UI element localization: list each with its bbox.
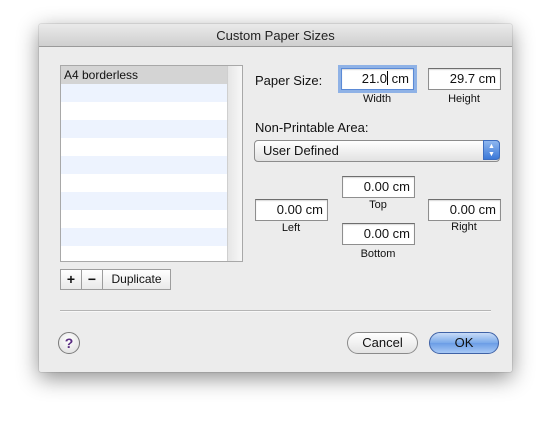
top-caption: Top [369,199,387,211]
top-margin-field[interactable]: 0.00 cm [342,176,415,198]
non-printable-area-label: Non-Printable Area: [255,120,369,135]
width-caption: Width [362,93,392,105]
non-printable-area-value: User Defined [263,143,339,158]
height-field[interactable]: 29.7 cm [428,68,501,90]
duplicate-button[interactable]: Duplicate [103,270,170,289]
popup-arrows-icon: ▲ ▼ [483,140,500,160]
list-item[interactable] [61,84,227,102]
ok-button[interactable]: OK [429,332,499,354]
list-scrollbar[interactable] [227,66,242,261]
width-value: 21.0 [361,71,388,86]
dialog-title: Custom Paper Sizes [216,28,335,43]
list-item[interactable] [61,228,227,246]
paper-size-list[interactable]: A4 borderless [60,65,243,262]
list-item[interactable] [61,246,227,261]
paper-size-label: Paper Size: [255,73,323,88]
bottom-margin-field[interactable]: 0.00 cm [342,223,415,245]
title-bar[interactable]: Custom Paper Sizes [39,24,512,47]
width-field[interactable]: 21.0 cm [341,68,414,90]
non-printable-area-select[interactable]: User Defined ▲ ▼ [254,140,500,162]
width-unit: cm [391,71,409,86]
bottom-caption: Bottom [360,248,396,260]
list-item[interactable] [61,138,227,156]
help-button[interactable]: ? [58,332,80,354]
right-caption: Right [451,221,477,233]
list-item[interactable] [61,120,227,138]
remove-paper-button[interactable]: − [82,270,103,289]
divider [60,310,491,312]
help-icon: ? [64,335,74,351]
paper-size-list-rows: A4 borderless [61,66,227,261]
list-item[interactable] [61,210,227,228]
list-controls: + − Duplicate [60,269,171,290]
height-caption: Height [448,93,480,105]
left-margin-field[interactable]: 0.00 cm [255,199,328,221]
list-item[interactable] [61,192,227,210]
list-item[interactable]: A4 borderless [61,66,227,84]
add-paper-button[interactable]: + [61,270,82,289]
custom-paper-sizes-dialog: Custom Paper Sizes A4 borderless + − Dup… [39,24,512,372]
list-item[interactable] [61,156,227,174]
list-item[interactable] [61,174,227,192]
left-caption: Left [281,222,301,234]
cancel-button[interactable]: Cancel [347,332,418,354]
list-item[interactable] [61,102,227,120]
text-caret [387,71,389,85]
right-margin-field[interactable]: 0.00 cm [428,199,501,221]
